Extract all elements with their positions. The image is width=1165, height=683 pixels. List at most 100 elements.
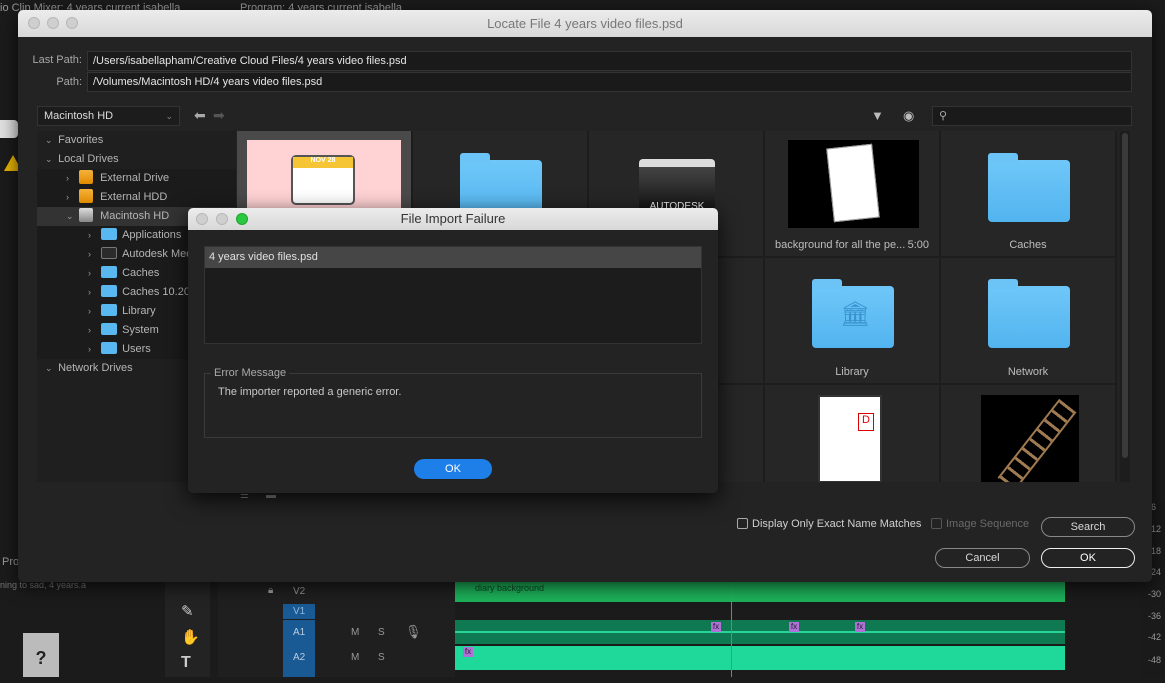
last-path-label: Last Path: (32, 54, 82, 66)
checkbox-label: Display Only Exact Name Matches (752, 518, 922, 530)
fx-badge: fx (855, 622, 865, 632)
location-dropdown[interactable]: Macintosh HD ⌄ (37, 106, 180, 126)
last-path-field[interactable]: /Users/isabellapham/Creative Cloud Files… (87, 51, 1132, 71)
meter-tick: -48 (1148, 655, 1162, 665)
path-label: Path: (56, 76, 82, 88)
sidebar-local-drives[interactable]: ⌄ Local Drives (37, 150, 236, 169)
grid-scrollbar[interactable] (1120, 131, 1130, 482)
filter-icon[interactable]: ▼ (871, 108, 884, 123)
clip-diary-background[interactable]: diary background (455, 582, 1065, 602)
pen-tool-icon[interactable]: ✎ (181, 602, 194, 620)
close-window-button[interactable] (28, 17, 40, 29)
chevron-right-icon: › (88, 344, 91, 354)
exact-match-checkbox[interactable]: Display Only Exact Name Matches (737, 518, 921, 530)
tile-caches[interactable]: Caches (941, 131, 1117, 258)
minimize-window-button[interactable] (47, 17, 59, 29)
chevron-right-icon: › (88, 306, 91, 316)
minimize-window-button[interactable] (216, 213, 228, 225)
chevron-down-icon: ⌄ (45, 363, 53, 373)
tile-label: Network (1007, 366, 1049, 378)
solo-a1[interactable]: S (378, 627, 385, 638)
playhead[interactable] (731, 582, 732, 677)
tile-library[interactable]: 🏛︎ Library (765, 258, 941, 385)
search-button[interactable]: Search (1041, 517, 1135, 537)
dialog-title: Locate File 4 years video files.psd (487, 16, 683, 31)
sidebar-label: Library (122, 305, 156, 317)
papers-drawing (826, 143, 880, 223)
search-icon: ⚲ (939, 110, 948, 122)
clip-label: diary background (475, 583, 545, 593)
sidebar-label: External Drive (100, 172, 170, 184)
chevron-right-icon: › (88, 249, 91, 259)
tile-label: Caches (1009, 239, 1047, 251)
fx-badge: fx (711, 622, 721, 632)
mute-a1[interactable]: M (351, 627, 359, 638)
audio-clip-a2[interactable] (455, 646, 1065, 670)
chevron-right-icon: › (66, 192, 69, 202)
folder-icon (988, 153, 1070, 222)
tile-network[interactable]: Network (941, 258, 1117, 385)
sidebar-drive-external-hdd[interactable]: › External HDD (37, 188, 236, 207)
sidebar-label: Users (122, 343, 151, 355)
checkbox[interactable] (931, 518, 942, 529)
background-thumbnail (788, 140, 919, 228)
sidebar-label: System (122, 324, 159, 336)
sidebar-label: Caches (122, 267, 160, 279)
tile-background-video[interactable]: background for all the pe... 5:00 (765, 131, 941, 258)
checkbox[interactable] (737, 518, 748, 529)
chevron-down-icon: ⌄ (45, 154, 53, 164)
audio-waveform-a1 (455, 631, 1065, 633)
failed-file-item[interactable]: 4 years video files.psd (205, 247, 701, 268)
library-folder-icon: 🏛︎ (812, 279, 894, 348)
close-window-button[interactable] (196, 213, 208, 225)
forward-arrow-icon[interactable]: ➡ (213, 107, 225, 124)
chevron-right-icon: › (88, 287, 91, 297)
error-message-group: Error Message The importer reported a ge… (204, 367, 702, 438)
autodesk-folder-icon (101, 247, 118, 259)
meter-tick: -30 (1148, 589, 1162, 599)
ok-button[interactable]: OK (1041, 548, 1135, 568)
file-import-failure-dialog: File Import Failure 4 years video files.… (188, 208, 718, 493)
error-dialog-titlebar: File Import Failure (188, 208, 718, 230)
track-name-a2: A2 (293, 652, 306, 663)
report-thumbnail: D (818, 395, 882, 482)
error-ok-button[interactable]: OK (414, 459, 492, 479)
tile-label: Library (835, 366, 869, 378)
sidebar-favorites[interactable]: ⌄ Favorites (37, 131, 236, 150)
microphone-icon[interactable]: 🎙︎ (405, 624, 422, 640)
zoom-window-button[interactable] (66, 17, 78, 29)
path-field[interactable]: /Volumes/Macintosh HD/4 years video file… (87, 72, 1132, 92)
folder-icon (101, 266, 118, 278)
library-folder-icon (101, 304, 118, 316)
ladder-thumbnail (981, 395, 1079, 482)
scrollbar-thumb[interactable] (1122, 133, 1128, 458)
sidebar-label: Applications (122, 229, 182, 241)
sidebar-label: External HDD (100, 191, 168, 203)
zoom-window-button[interactable] (236, 213, 248, 225)
meter-tick: -36 (1148, 611, 1162, 621)
chevron-down-icon: ⌄ (66, 211, 74, 221)
sidebar-label: Local Drives (58, 153, 119, 165)
calendar-month: NOV 28 (293, 157, 353, 168)
error-dialog-title: File Import Failure (400, 211, 506, 226)
search-input[interactable]: ⚲ (932, 106, 1132, 126)
eye-icon[interactable]: ◉ (903, 108, 914, 124)
track-name-v1: V1 (293, 606, 306, 617)
tile-ladder-image[interactable] (941, 385, 1117, 482)
type-tool-icon[interactable]: T (181, 654, 191, 672)
chevron-down-icon: ⌄ (45, 135, 53, 145)
back-arrow-icon[interactable]: ⬅ (194, 107, 206, 124)
checkbox-label: Image Sequence (946, 518, 1030, 530)
track-headers: 🔒︎ V2 V1 A1 M S A2 M S 🎙︎ (218, 582, 455, 677)
cancel-button[interactable]: Cancel (935, 548, 1030, 568)
mute-a2[interactable]: M (351, 652, 359, 663)
project-panel-label[interactable]: Pro (2, 556, 19, 568)
hand-tool-icon[interactable]: ✋ (181, 628, 200, 646)
error-group-label: Error Message (211, 367, 290, 379)
chevron-down-icon: ⌄ (165, 111, 173, 121)
solo-a2[interactable]: S (378, 652, 385, 663)
lock-icon[interactable]: 🔒︎ (268, 585, 273, 596)
sidebar-drive-external-drive[interactable]: › External Drive (37, 169, 236, 188)
image-sequence-checkbox[interactable]: Image Sequence (931, 518, 1029, 530)
tile-report-image[interactable]: D (765, 385, 941, 482)
